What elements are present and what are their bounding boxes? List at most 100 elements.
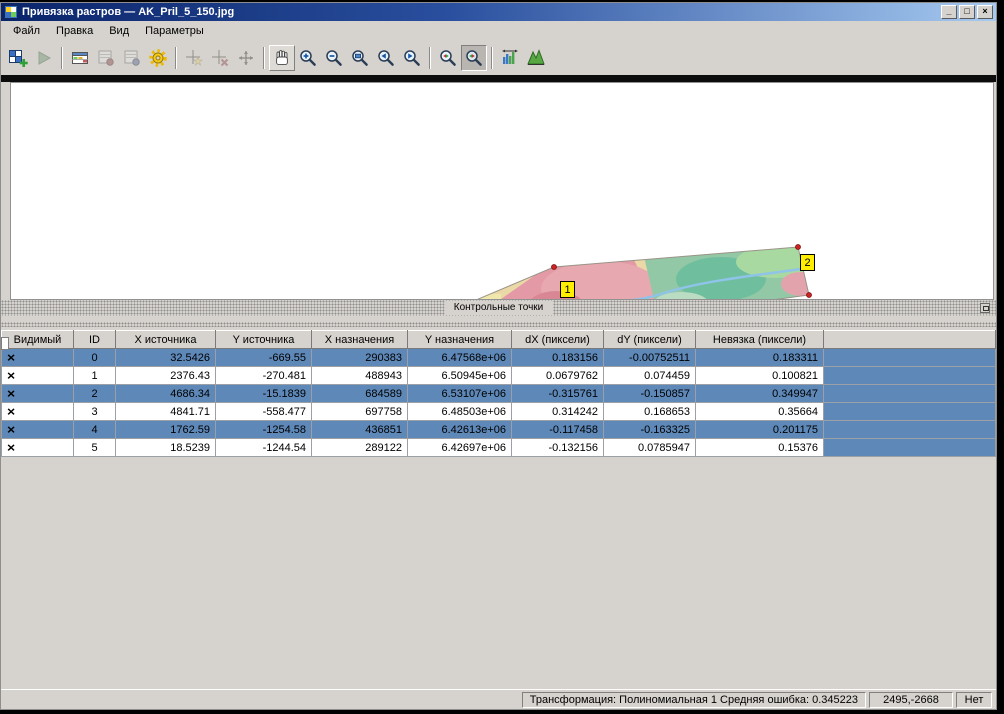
- menu-file[interactable]: Файл: [5, 23, 48, 39]
- open-raster-button[interactable]: [67, 45, 93, 71]
- visible-toggle[interactable]: ×: [2, 385, 74, 403]
- minimize-button[interactable]: _: [941, 5, 957, 19]
- cell-id: 2: [74, 385, 116, 403]
- visible-toggle[interactable]: ×: [2, 403, 74, 421]
- x-mark-icon: ×: [7, 422, 15, 435]
- cell-dy: -0.00752511: [604, 349, 696, 367]
- x-mark-icon: ×: [7, 368, 15, 381]
- cell-id: 0: [74, 349, 116, 367]
- visible-toggle[interactable]: ×: [2, 367, 74, 385]
- table-row[interactable]: × 4 1762.59 -1254.58 436851 6.42613e+06 …: [2, 421, 996, 439]
- cell-residual: 0.183311: [696, 349, 824, 367]
- title-bar[interactable]: Привязка растров — AK_Pril_5_150.jpg _ □…: [1, 3, 996, 21]
- gcp-table: Видимый ID X источника Y источника X наз…: [1, 330, 996, 457]
- zoom-in-icon: [298, 48, 318, 68]
- move-point-button[interactable]: [233, 45, 259, 71]
- move-point-icon: [236, 48, 256, 68]
- cell-y-dest: 6.48503e+06: [408, 403, 512, 421]
- pan-tool-button[interactable]: [269, 45, 295, 71]
- visible-toggle[interactable]: ×: [2, 349, 74, 367]
- local-histogram-stretch-icon: [500, 48, 520, 68]
- link-qgis-icon: [464, 48, 484, 68]
- row-filler: [824, 349, 996, 367]
- col-header-id: ID: [74, 331, 116, 349]
- toolbar-separator: [175, 47, 177, 69]
- transformation-settings-button[interactable]: [145, 45, 171, 71]
- toolbar-separator: [61, 47, 63, 69]
- visible-toggle[interactable]: ×: [2, 439, 74, 457]
- cell-x-dest: 684589: [312, 385, 408, 403]
- start-georeferencing-icon: [8, 48, 28, 68]
- gcp-label-1: 1: [560, 281, 575, 298]
- zoom-last-button[interactable]: [373, 45, 399, 71]
- float-panel-button[interactable]: [980, 303, 990, 313]
- toolbar-separator: [263, 47, 265, 69]
- cell-x-source: 4841.71: [116, 403, 216, 421]
- menu-settings[interactable]: Параметры: [137, 23, 212, 39]
- cell-dy: 0.168653: [604, 403, 696, 421]
- cell-residual: 0.349947: [696, 385, 824, 403]
- table-row[interactable]: × 2 4686.34 -15.1839 684589 6.53107e+06 …: [2, 385, 996, 403]
- delete-point-icon: [210, 48, 230, 68]
- gear-icon: [148, 48, 168, 68]
- georeferencer-window: Привязка растров — AK_Pril_5_150.jpg _ □…: [0, 2, 997, 710]
- load-gcps-button[interactable]: [119, 45, 145, 71]
- cell-x-source: 32.5426: [116, 349, 216, 367]
- cell-dy: 0.074459: [604, 367, 696, 385]
- local-histogram-stretch-button[interactable]: [497, 45, 523, 71]
- save-gcps-button[interactable]: [93, 45, 119, 71]
- zoom-next-button[interactable]: [399, 45, 425, 71]
- menu-view[interactable]: Вид: [101, 23, 137, 39]
- table-row[interactable]: × 3 4841.71 -558.477 697758 6.48503e+06 …: [2, 403, 996, 421]
- link-georeferencer-icon: [438, 48, 458, 68]
- zoom-to-layer-button[interactable]: [347, 45, 373, 71]
- cell-dx: -0.132156: [512, 439, 604, 457]
- cell-y-source: -270.481: [216, 367, 312, 385]
- menu-bar: Файл Правка Вид Параметры: [1, 21, 996, 41]
- visible-toggle[interactable]: ×: [2, 421, 74, 439]
- dock-separator: [1, 75, 996, 82]
- cell-x-dest: 290383: [312, 349, 408, 367]
- toolbar: [1, 41, 996, 75]
- zoom-out-icon: [324, 48, 344, 68]
- add-point-button[interactable]: [181, 45, 207, 71]
- menu-edit[interactable]: Правка: [48, 23, 101, 39]
- rotation-status: Нет: [956, 692, 992, 708]
- table-row[interactable]: × 5 18.5239 -1244.54 289122 6.42697e+06 …: [2, 439, 996, 457]
- cell-residual: 0.201175: [696, 421, 824, 439]
- toolbar-separator: [491, 47, 493, 69]
- gcp-panel-titlebar[interactable]: Контрольные точки: [1, 300, 996, 316]
- link-qgis-to-georeferencer-button[interactable]: [461, 45, 487, 71]
- table-row[interactable]: × 1 2376.43 -270.481 488943 6.50945e+06 …: [2, 367, 996, 385]
- link-georeferencer-to-qgis-button[interactable]: [435, 45, 461, 71]
- delete-point-button[interactable]: [207, 45, 233, 71]
- cell-id: 1: [74, 367, 116, 385]
- full-histogram-stretch-button[interactable]: [523, 45, 549, 71]
- maximize-button[interactable]: □: [959, 5, 975, 19]
- cell-x-source: 18.5239: [116, 439, 216, 457]
- col-header-filler: [824, 331, 996, 349]
- col-header-visible: Видимый: [2, 331, 74, 349]
- cell-y-source: -669.55: [216, 349, 312, 367]
- zoom-in-button[interactable]: [295, 45, 321, 71]
- cell-residual: 0.35664: [696, 403, 824, 421]
- map-canvas[interactable]: 0 1 2 3 4 5: [10, 82, 994, 300]
- table-row[interactable]: × 0 32.5426 -669.55 290383 6.47568e+06 0…: [2, 349, 996, 367]
- panel-handle[interactable]: [1, 337, 9, 350]
- app-icon: [4, 5, 18, 19]
- close-button[interactable]: ×: [977, 5, 993, 19]
- toolbar-separator: [429, 47, 431, 69]
- zoom-out-button[interactable]: [321, 45, 347, 71]
- cell-x-dest: 697758: [312, 403, 408, 421]
- gcp-label-2: 2: [800, 254, 815, 271]
- row-filler: [824, 439, 996, 457]
- row-filler: [824, 385, 996, 403]
- x-mark-icon: ×: [7, 386, 15, 399]
- cell-dx: 0.314242: [512, 403, 604, 421]
- start-georeferencing-button[interactable]: [5, 45, 31, 71]
- gcp-panel-title: Контрольные точки: [444, 301, 553, 315]
- full-histogram-stretch-icon: [526, 48, 546, 68]
- col-header-y-dest: Y назначения: [408, 331, 512, 349]
- play-button[interactable]: [31, 45, 57, 71]
- col-header-y-source: Y источника: [216, 331, 312, 349]
